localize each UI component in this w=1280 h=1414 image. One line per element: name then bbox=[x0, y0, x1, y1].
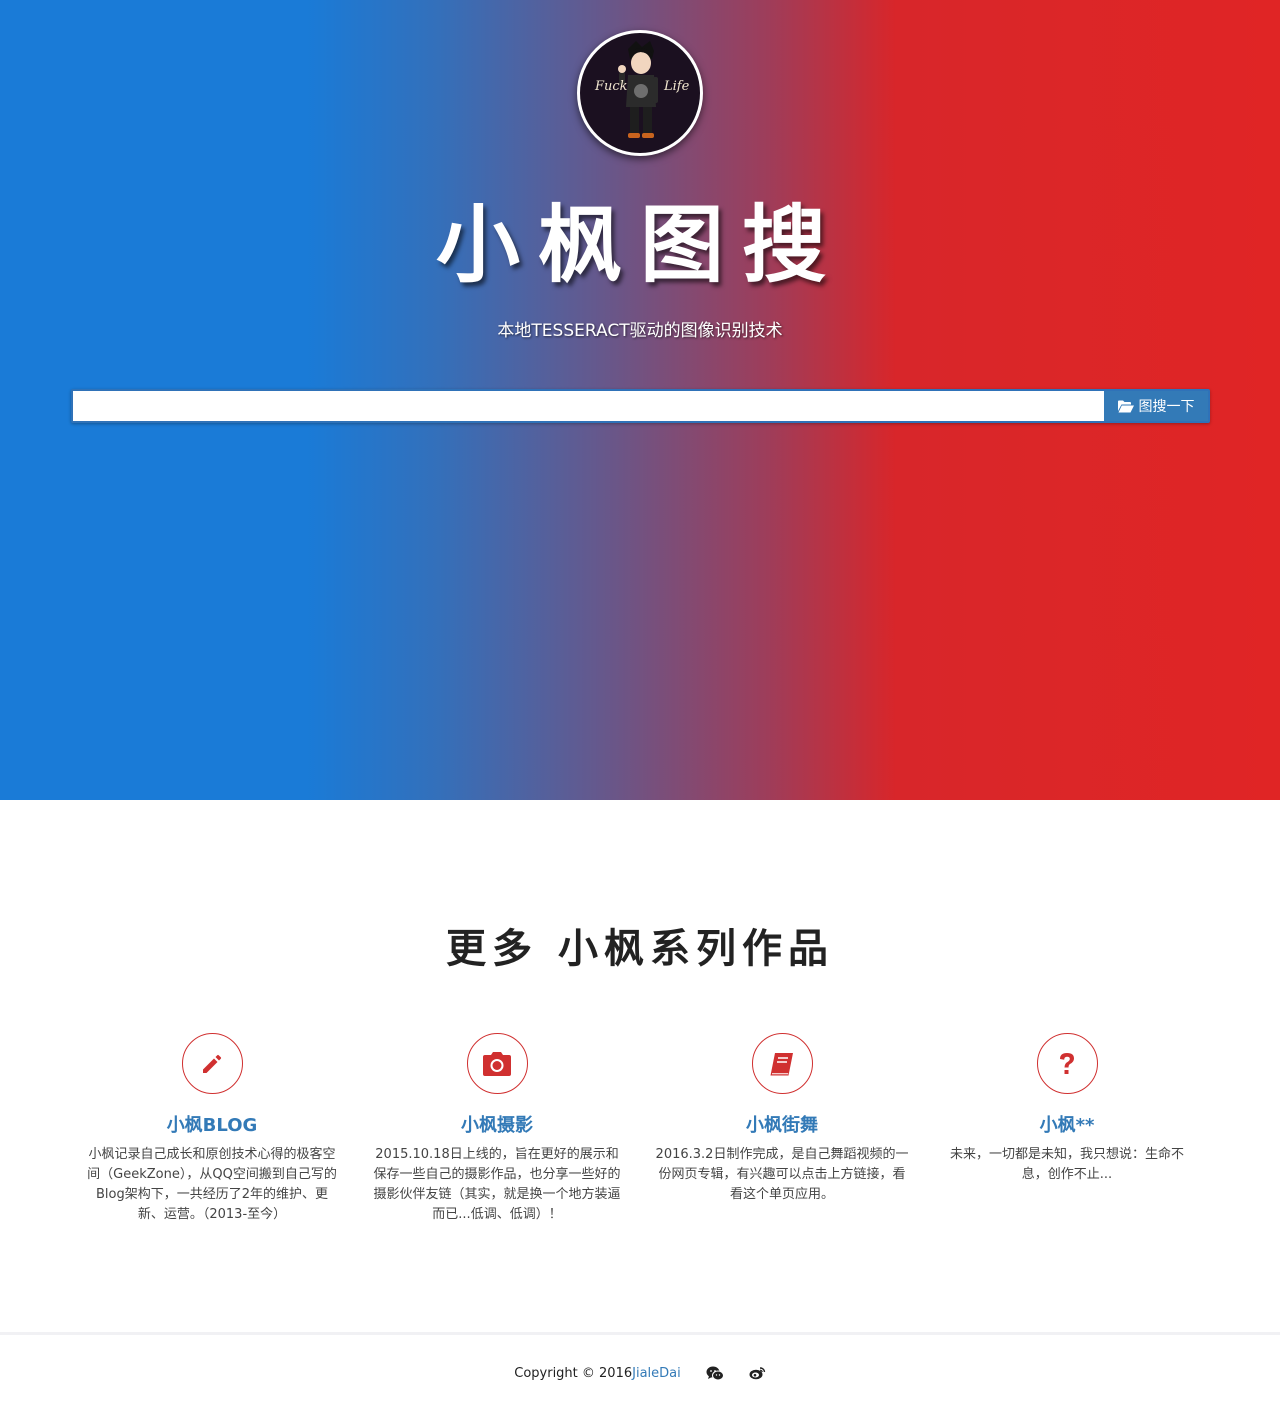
avatar-text-right: Life bbox=[664, 79, 690, 94]
weibo-icon[interactable] bbox=[749, 1366, 766, 1380]
work-card-title[interactable]: 小枫街舞 bbox=[653, 1111, 911, 1137]
work-card-blog[interactable]: 小枫BLOG 小枫记录自己成长和原创技术心得的极客空间（GeekZone），从Q… bbox=[83, 1033, 341, 1225]
work-card-icon bbox=[466, 1033, 528, 1094]
work-card-title[interactable]: 小枫BLOG bbox=[83, 1111, 341, 1137]
work-card-future[interactable]: 小枫** 未来，一切都是未知，我只想说：生命不息，创作不止... bbox=[938, 1033, 1196, 1185]
pencil-icon bbox=[203, 1054, 222, 1073]
work-card-icon bbox=[751, 1033, 813, 1094]
work-card-icon bbox=[181, 1033, 243, 1094]
camera-icon bbox=[483, 1051, 511, 1076]
search-bar: 图搜一下 bbox=[71, 389, 1210, 423]
page-subtitle: 本地TESSERACT驱动的图像识别技术 bbox=[497, 321, 783, 341]
question-icon bbox=[1060, 1052, 1074, 1074]
work-card-desc: 2016.3.2日制作完成，是自己舞蹈视频的一份网页专辑，有兴趣可以点击上方链接… bbox=[655, 1147, 909, 1202]
work-card-icon bbox=[1036, 1033, 1098, 1094]
work-card-dance[interactable]: 小枫街舞 2016.3.2日制作完成，是自己舞蹈视频的一份网页专辑，有兴趣可以点… bbox=[653, 1033, 911, 1205]
search-button-label: 图搜一下 bbox=[1138, 399, 1195, 415]
avatar: Fuck Life bbox=[577, 30, 703, 156]
footer-copyright: Copyright © 2016 bbox=[514, 1365, 633, 1381]
book-icon bbox=[770, 1052, 793, 1075]
work-card-title[interactable]: 小枫** bbox=[938, 1111, 1196, 1137]
work-card-desc: 小枫记录自己成长和原创技术心得的极客空间（GeekZone），从QQ空间搬到自己… bbox=[87, 1147, 337, 1222]
work-card-title[interactable]: 小枫摄影 bbox=[368, 1111, 626, 1137]
work-card-photo[interactable]: 小枫摄影 2015.10.18日上线的，旨在更好的展示和保存一些自己的摄影作品，… bbox=[368, 1033, 626, 1225]
footer-divider bbox=[0, 1332, 1280, 1335]
wechat-icon[interactable] bbox=[706, 1366, 724, 1381]
page-title: 小枫图搜 bbox=[435, 196, 844, 294]
hero-banner: Fuck Life 小枫图搜 本地TESSERACT驱动的图像识别技术 图搜一下 bbox=[0, 0, 1280, 800]
footer: Copyright © 2016 JialeDai bbox=[0, 1363, 1280, 1383]
avatar-text-left: Fuck bbox=[595, 79, 628, 94]
search-input[interactable] bbox=[73, 391, 1106, 421]
works-heading: 更多 小枫系列作品 bbox=[446, 926, 834, 972]
work-card-desc: 2015.10.18日上线的，旨在更好的展示和保存一些自己的摄影作品，也分享一些… bbox=[373, 1147, 621, 1222]
search-button[interactable]: 图搜一下 bbox=[1104, 391, 1208, 421]
work-card-desc: 未来，一切都是未知，我只想说：生命不息，创作不止... bbox=[949, 1147, 1184, 1182]
footer-author-link[interactable]: JialeDai bbox=[632, 1366, 681, 1381]
folder-open-icon bbox=[1117, 400, 1134, 412]
